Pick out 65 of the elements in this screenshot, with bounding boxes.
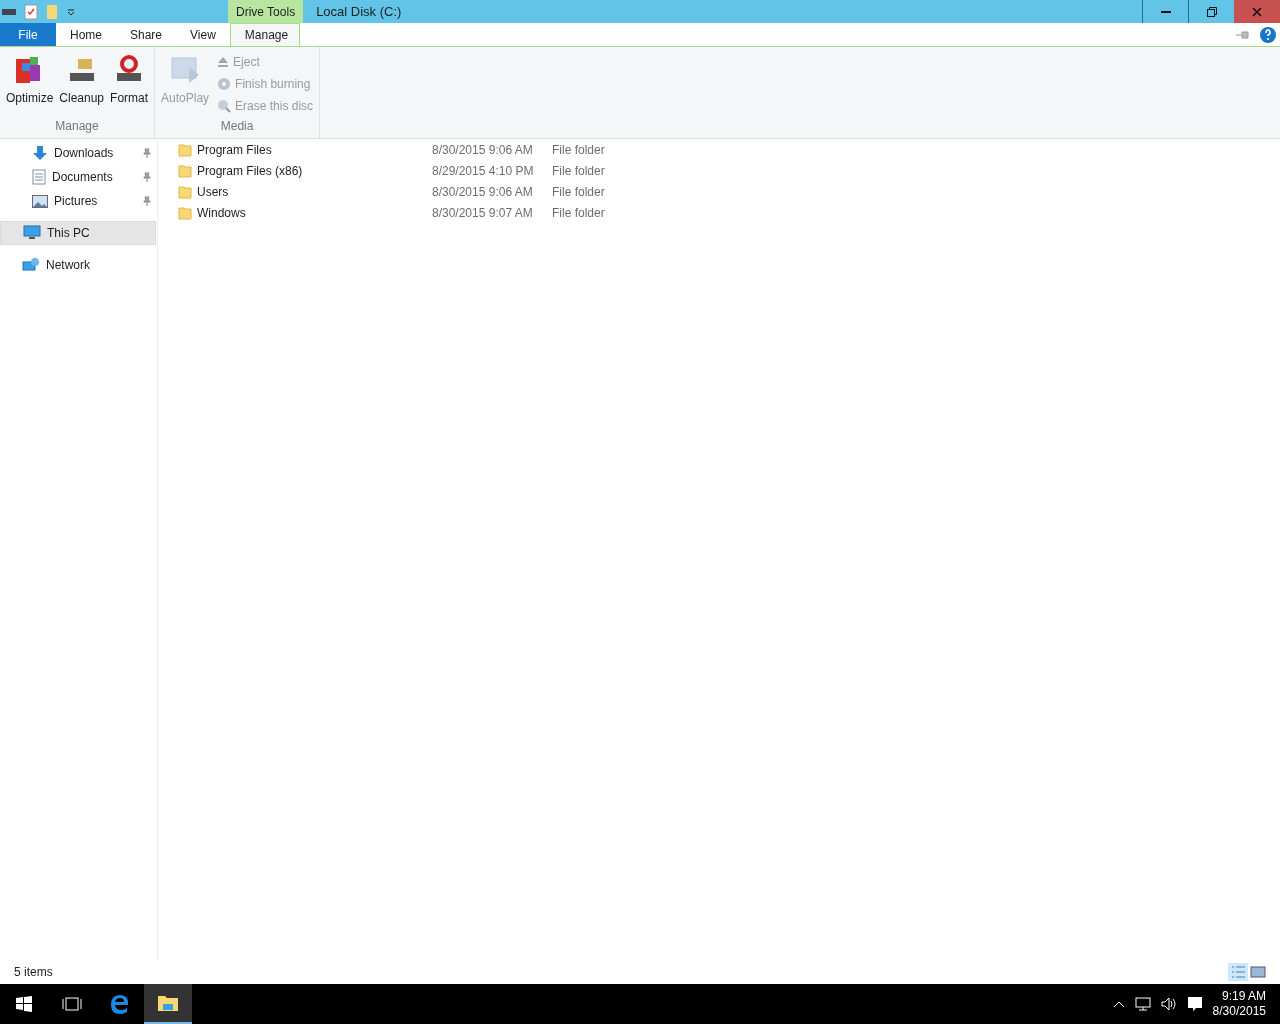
- ribbon-tab[interactable]: Home: [56, 23, 116, 46]
- pin-ribbon-icon[interactable]: [1236, 30, 1250, 39]
- pin-icon: [142, 196, 152, 206]
- picture-icon: [32, 194, 48, 208]
- properties-icon[interactable]: [24, 3, 38, 20]
- file-type: File folder: [552, 162, 605, 180]
- nav-item[interactable]: This PC: [0, 221, 156, 245]
- file-date: 8/29/2015 4:10 PM: [432, 162, 535, 180]
- chevron-up-icon[interactable]: [1112, 1000, 1125, 1008]
- ribbon-tab[interactable]: Share: [116, 23, 177, 46]
- ribbon-button[interactable]: Format: [108, 53, 151, 117]
- folder-icon: [178, 163, 192, 178]
- folder-icon: [178, 142, 192, 157]
- monitor-icon: [23, 225, 41, 241]
- nav-item[interactable]: Pictures: [0, 189, 156, 213]
- document-icon: [32, 169, 46, 185]
- group-label: Media: [219, 118, 255, 135]
- message-icon[interactable]: [1186, 996, 1203, 1012]
- windows-logo-icon: [16, 996, 32, 1012]
- ribbon-tab[interactable]: Manage: [229, 23, 300, 46]
- restore-icon: [1206, 6, 1217, 17]
- close-icon: [1252, 6, 1262, 17]
- large-icons-view-icon[interactable]: [1250, 963, 1266, 981]
- ribbon-button[interactable]: Cleanup: [57, 53, 107, 117]
- file-type: File folder: [552, 141, 605, 159]
- ribbon-tab[interactable]: View: [176, 23, 230, 46]
- status-item-count: 5 items: [14, 964, 53, 981]
- e-logo-icon: [109, 993, 131, 1015]
- file-date: 8/30/2015 9:07 AM: [432, 204, 534, 222]
- dropdown-icon[interactable]: [66, 6, 76, 17]
- group-label: Manage: [54, 118, 100, 135]
- help-icon[interactable]: [1260, 26, 1276, 43]
- speaker-icon[interactable]: [1160, 997, 1177, 1011]
- drive-icon: [2, 6, 16, 17]
- file-name[interactable]: Program Files: [197, 140, 432, 159]
- pin-icon: [142, 148, 152, 158]
- down-arrow-icon: [32, 145, 48, 161]
- network-icon: [22, 257, 40, 273]
- file-type: File folder: [552, 204, 605, 222]
- disc-icon: [217, 77, 232, 91]
- clock-date[interactable]: 8/30/2015: [1212, 1004, 1266, 1019]
- clock-time[interactable]: 9:19 AM: [1221, 989, 1266, 1004]
- file-explorer-button[interactable]: [144, 984, 192, 1024]
- nav-item[interactable]: Downloads: [0, 141, 156, 165]
- pin-icon: [142, 172, 152, 182]
- file-date: 8/30/2015 9:06 AM: [432, 183, 534, 201]
- nav-item[interactable]: Network: [0, 253, 156, 277]
- nav-item[interactable]: Documents: [0, 165, 156, 189]
- folder-icon: [157, 994, 179, 1012]
- file-date: 8/30/2015 9:06 AM: [432, 141, 534, 159]
- file-name[interactable]: Users: [197, 182, 432, 201]
- window-title: Local Disk (C:): [316, 2, 402, 21]
- context-tab-label: Drive Tools: [228, 0, 304, 23]
- ribbon-button[interactable]: Optimize: [4, 53, 56, 117]
- minimize-icon: [1160, 10, 1171, 13]
- network-icon[interactable]: [1134, 997, 1151, 1011]
- folder-icon: [178, 184, 192, 199]
- folder-icon: [178, 205, 192, 220]
- eject-icon: [217, 56, 230, 68]
- file-name[interactable]: Program Files (x86): [197, 161, 432, 180]
- file-name[interactable]: Windows: [197, 203, 432, 222]
- disc-magnifier-icon: [217, 99, 232, 113]
- file-type: File folder: [552, 183, 605, 201]
- file-tab[interactable]: File: [0, 23, 56, 46]
- task-view-icon: [62, 997, 82, 1011]
